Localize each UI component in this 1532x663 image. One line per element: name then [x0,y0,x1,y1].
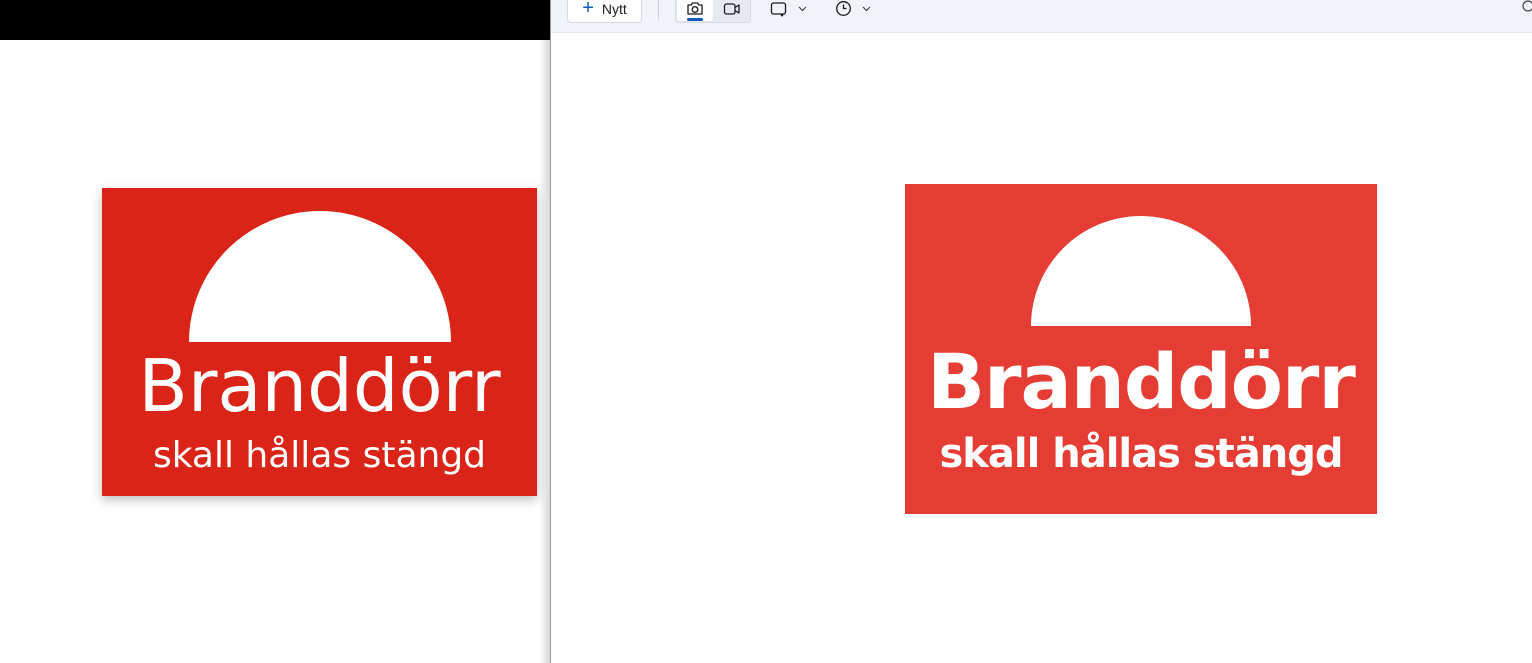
new-snip-button[interactable]: + Nytt [567,0,642,23]
more-options-icon[interactable] [1521,0,1532,14]
snipping-tool-window: + Nytt Branddörr skall hållas stängd [551,0,1532,663]
sign-title: Branddörr [138,344,501,428]
desktop: Branddörr skall hållas stängd + Nytt Bra… [0,0,1532,663]
fire-door-sign: Branddörr skall hållas stängd [102,188,537,496]
video-mode-button[interactable] [714,0,750,21]
captured-fire-door-sign: Branddörr skall hållas stängd [905,184,1377,514]
toolbar-divider [658,0,659,20]
left-window: Branddörr skall hållas stängd [0,0,551,663]
capture-mode-toggle [675,0,751,23]
video-camera-icon [723,2,740,15]
sign-subtitle: skall hållas stängd [152,435,487,476]
new-snip-label: Nytt [601,0,627,17]
screenshot-mode-button[interactable] [677,0,713,21]
sign-subtitle: skall hållas stängd [939,431,1343,477]
clock-icon [836,1,851,16]
left-window-topbar [0,0,551,40]
chevron-down-icon [798,6,806,11]
half-circle-symbol [1031,216,1251,326]
half-circle-symbol [189,211,451,342]
chevron-down-icon [862,6,871,11]
toolbar: + Nytt [551,0,1532,33]
delay-timer-dropdown[interactable] [829,0,877,23]
plus-icon: + [582,0,594,19]
rectangle-snip-icon [770,1,786,16]
camera-icon [687,1,703,15]
selected-indicator [687,18,703,21]
snip-shape-dropdown[interactable] [764,0,812,23]
sign-title: Branddörr [927,337,1356,426]
